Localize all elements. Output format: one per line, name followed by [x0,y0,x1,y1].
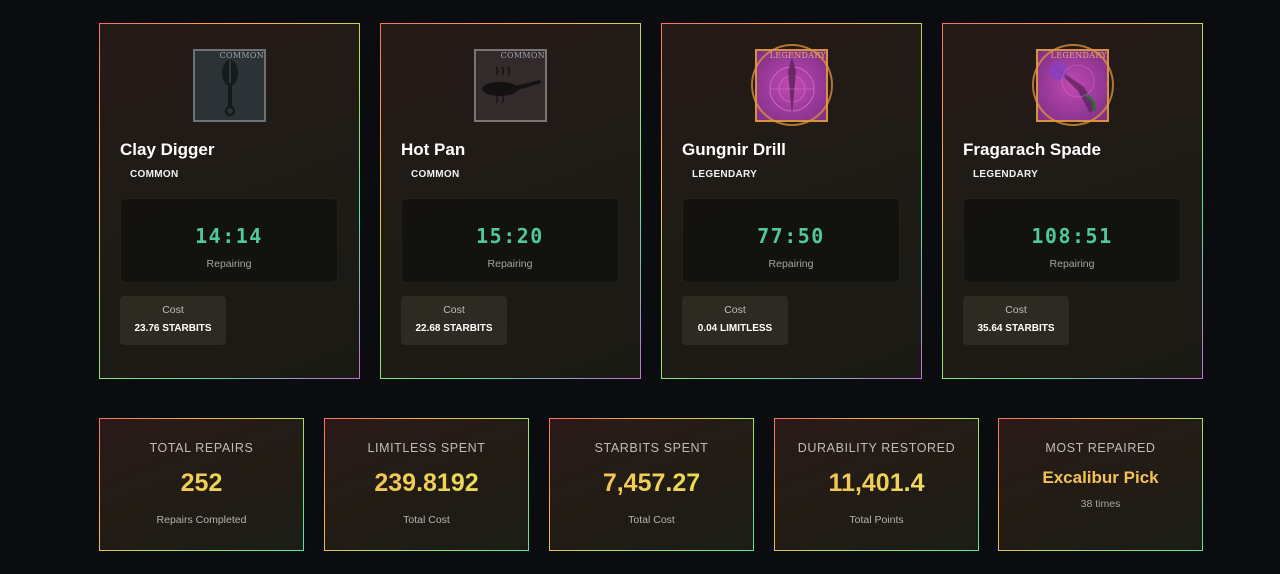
cost-value: 35.64 STARBITS [977,323,1055,334]
stat-caption: Repairs Completed [156,514,247,526]
item-name: Clay Digger [120,140,215,159]
item-image: COMMON [474,49,547,122]
repair-status: Repairing [206,258,252,270]
repair-timer: 108:51 [1031,224,1113,248]
stat-label: MOST REPAIRED [1045,441,1156,455]
item-name: Fragarach Spade [963,140,1101,159]
item-name: Hot Pan [401,140,466,159]
stat-most-repaired: MOST REPAIRED Excalibur Pick 38 times [998,418,1203,551]
repair-status: Repairing [487,258,533,270]
stat-durability-restored: DURABILITY RESTORED 11,401.4 Total Point… [774,418,979,551]
item-image: COMMON [193,49,266,122]
cost-panel: Cost 35.64 STARBITS [963,296,1069,345]
repair-card-gungnir-drill[interactable]: LEGENDARY Gungnir Drill LEGENDARY 77:50 … [661,23,922,379]
stat-label: STARBITS SPENT [594,441,709,455]
stat-total-repairs: TOTAL REPAIRS 252 Repairs Completed [99,418,304,551]
rarity-badge: LEGENDARY [973,169,1039,180]
repair-card-clay-digger[interactable]: COMMON Clay Digger COMMON 14:14 Repairin… [99,23,360,379]
most-repaired-count: 38 times [1080,498,1121,510]
cost-label: Cost [724,304,746,316]
repair-status: Repairing [1049,258,1095,270]
cost-value: 22.68 STARBITS [415,323,493,334]
cost-value: 0.04 LIMITLESS [697,323,773,334]
legendary-glow-ring [1032,44,1114,126]
cost-value: 23.76 STARBITS [134,323,212,334]
repair-timer: 77:50 [757,224,825,248]
legendary-glow-ring [751,44,833,126]
rarity-badge: LEGENDARY [692,169,758,180]
cost-panel: Cost 23.76 STARBITS [120,296,226,345]
stat-limitless-spent: LIMITLESS SPENT 239.8192 Total Cost [324,418,529,551]
cost-panel: Cost 0.04 LIMITLESS [682,296,788,345]
repair-timer: 14:14 [195,224,263,248]
stat-label: LIMITLESS SPENT [367,441,486,455]
cost-label: Cost [443,304,465,316]
rarity-badge: COMMON [130,169,179,180]
stat-value: 239.8192 [325,469,528,498]
stat-caption: Total Cost [403,514,450,526]
shovel-icon [222,60,238,117]
stat-caption: Total Points [849,514,904,526]
repair-timer-panel: 108:51 Repairing [963,198,1181,283]
cost-panel: Cost 22.68 STARBITS [401,296,507,345]
repair-status: Repairing [768,258,814,270]
repair-timer-panel: 77:50 Repairing [682,198,900,283]
stat-label: TOTAL REPAIRS [149,441,254,455]
frying-pan-icon [482,66,541,104]
rarity-badge: COMMON [411,169,460,180]
repair-timer-panel: 15:20 Repairing [401,198,619,283]
repair-card-fragarach-spade[interactable]: LEGENDARY Fragarach Spade LEGENDARY 108:… [942,23,1203,379]
stat-starbits-spent: STARBITS SPENT 7,457.27 Total Cost [549,418,754,551]
stat-caption: Total Cost [628,514,675,526]
stat-value: 252 [100,469,303,498]
cost-label: Cost [1005,304,1027,316]
repair-timer-panel: 14:14 Repairing [120,198,338,283]
item-name: Gungnir Drill [682,140,786,159]
cost-label: Cost [162,304,184,316]
stat-value: 7,457.27 [550,469,753,498]
repair-timer: 15:20 [476,224,544,248]
most-repaired-item: Excalibur Pick [1042,468,1159,487]
stat-value: 11,401.4 [775,469,978,498]
repair-card-hot-pan[interactable]: COMMON Hot Pan COMMON 15:20 Repairing Co… [380,23,641,379]
stat-label: DURABILITY RESTORED [797,441,956,455]
